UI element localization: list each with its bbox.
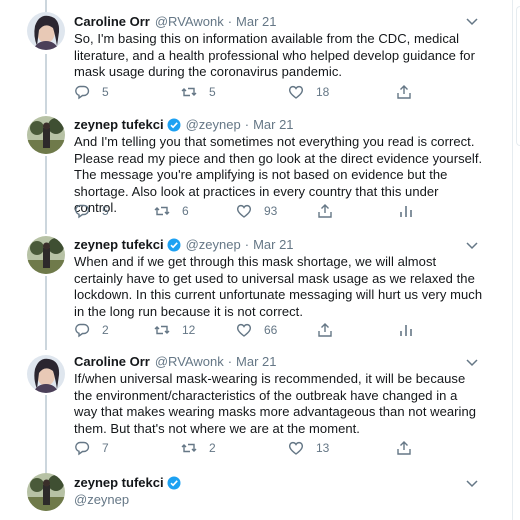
reply-count: 7	[102, 441, 109, 455]
edge-nub	[516, 6, 520, 146]
tweet[interactable]: zeynep tufekci @zeynep	[0, 470, 512, 520]
retweet-count: 12	[182, 323, 196, 337]
reply-icon	[75, 323, 90, 338]
retweet-icon	[154, 325, 170, 335]
chevron-down-icon[interactable]	[466, 479, 478, 489]
scroll-edge	[512, 0, 520, 520]
retweet-button[interactable]: 12	[154, 322, 195, 338]
like-icon	[236, 204, 252, 218]
like-count: 93	[264, 204, 278, 218]
tweet-text: When and if we get through this mask sho…	[74, 254, 483, 319]
reply-count: 2	[102, 323, 109, 337]
chevron-down-icon[interactable]	[466, 358, 478, 368]
chevron-down-icon[interactable]	[466, 241, 478, 251]
separator-dot: ·	[227, 14, 233, 29]
share-button[interactable]	[396, 84, 412, 100]
reply-icon	[75, 85, 90, 100]
tweet-header: zeynep tufekci @zeynep · Mar 21	[74, 237, 294, 252]
verified-badge-icon	[167, 476, 181, 489]
tweet-header: Caroline Orr @RVAwonk · Mar 21	[74, 354, 277, 369]
tweet[interactable]: Caroline Orr @RVAwonk · Mar 21 If/when u…	[0, 351, 512, 469]
author-handle[interactable]: @RVAwonk	[155, 354, 224, 369]
reply-count: 5	[102, 204, 109, 218]
retweet-button[interactable]: 6	[154, 203, 189, 219]
tweet-actions: 2 12 66	[74, 322, 494, 340]
like-icon	[288, 441, 304, 455]
avatar[interactable]	[27, 473, 65, 511]
like-button[interactable]: 18	[288, 84, 329, 100]
separator-dot: ·	[244, 237, 250, 252]
separator-dot: ·	[227, 354, 233, 369]
tweet-time[interactable]: Mar 21	[253, 117, 293, 132]
author-handle[interactable]: @zeynep	[74, 492, 129, 507]
retweet-button[interactable]: 5	[181, 84, 216, 100]
retweet-count: 6	[182, 204, 189, 218]
like-icon	[236, 323, 252, 337]
reply-button[interactable]: 7	[74, 440, 109, 456]
tweet[interactable]: zeynep tufekci @zeynep · Mar 21 When and…	[0, 232, 512, 350]
share-button[interactable]	[396, 440, 412, 456]
tweet-actions: 5 6 93	[74, 203, 494, 221]
share-icon	[318, 323, 332, 337]
reply-icon	[75, 441, 90, 456]
tweet[interactable]: Caroline Orr @RVAwonk · Mar 21 So, I'm b…	[0, 0, 512, 112]
like-icon	[288, 85, 304, 99]
analytics-icon	[400, 325, 412, 336]
tweet-text: If/when universal mask-wearing is recomm…	[74, 371, 477, 436]
author-name[interactable]: zeynep tufekci	[74, 117, 164, 132]
tweet[interactable]: zeynep tufekci @zeynep · Mar 21 And I'm …	[0, 112, 512, 230]
reply-button[interactable]: 2	[74, 322, 109, 338]
share-icon	[318, 204, 332, 218]
tweet-time[interactable]: Mar 21	[236, 14, 276, 29]
share-icon	[397, 85, 411, 99]
retweet-count: 2	[209, 441, 216, 455]
author-name[interactable]: Caroline Orr	[74, 354, 150, 369]
retweet-count: 5	[209, 85, 216, 99]
reply-button[interactable]: 5	[74, 84, 109, 100]
retweet-icon	[181, 87, 197, 97]
like-count: 13	[316, 441, 330, 455]
verified-badge-icon	[167, 118, 181, 131]
avatar[interactable]	[27, 116, 65, 154]
tweet-time[interactable]: Mar 21	[253, 237, 293, 252]
avatar[interactable]	[27, 355, 65, 393]
tweet-header: zeynep tufekci	[74, 475, 181, 490]
retweet-icon	[181, 443, 197, 453]
like-button[interactable]: 66	[236, 322, 277, 338]
like-count: 66	[264, 323, 278, 337]
avatar[interactable]	[27, 12, 65, 50]
analytics-button[interactable]	[398, 203, 414, 219]
author-name[interactable]: zeynep tufekci	[74, 237, 164, 252]
author-handle[interactable]: @zeynep	[186, 117, 241, 132]
tweet-header: Caroline Orr @RVAwonk · Mar 21	[74, 14, 277, 29]
analytics-icon	[400, 206, 412, 217]
tweet-actions: 5 5 18	[74, 84, 494, 102]
reply-count: 5	[102, 85, 109, 99]
share-button[interactable]	[317, 203, 333, 219]
reply-button[interactable]: 5	[74, 203, 109, 219]
analytics-button[interactable]	[398, 322, 414, 338]
verified-badge-icon	[167, 238, 181, 251]
author-name[interactable]: Caroline Orr	[74, 14, 150, 29]
like-count: 18	[316, 85, 330, 99]
retweet-button[interactable]: 2	[181, 440, 216, 456]
separator-dot: ·	[244, 117, 250, 132]
tweet-actions: 7 2 13	[74, 440, 494, 458]
share-button[interactable]	[317, 322, 333, 338]
retweet-icon	[154, 206, 170, 216]
author-handle[interactable]: @RVAwonk	[155, 14, 224, 29]
tweet-text: So, I'm basing this on information avail…	[74, 31, 475, 79]
tweet-header: zeynep tufekci @zeynep · Mar 21	[74, 117, 294, 132]
author-handle[interactable]: @zeynep	[186, 237, 241, 252]
chevron-down-icon[interactable]	[466, 17, 478, 27]
like-button[interactable]: 13	[288, 440, 329, 456]
avatar[interactable]	[27, 236, 65, 274]
reply-icon	[75, 204, 90, 219]
tweet-time[interactable]: Mar 21	[236, 354, 276, 369]
like-button[interactable]: 93	[236, 203, 277, 219]
share-icon	[397, 441, 411, 455]
author-name[interactable]: zeynep tufekci	[74, 475, 164, 490]
